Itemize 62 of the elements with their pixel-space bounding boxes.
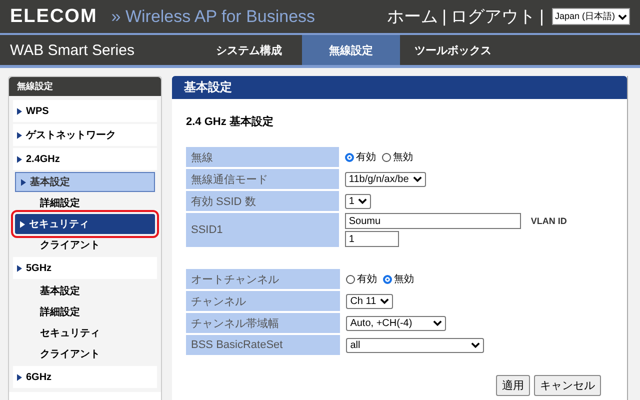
field-label: チャンネル (186, 291, 340, 311)
nav-tab[interactable]: 無線設定 (302, 35, 400, 65)
dropdown[interactable]: all (346, 338, 484, 352)
form-button[interactable]: 適用 (496, 375, 530, 396)
sidebar-item[interactable]: クライアント (15, 344, 155, 364)
caret-icon (17, 108, 22, 114)
panel-title: 基本設定 (172, 76, 627, 99)
field-label: チャンネル帯域幅 (186, 313, 340, 333)
radio-option[interactable]: 無効 (383, 272, 414, 286)
field-label: 無線通信モード (186, 169, 339, 189)
vlan-label: VLAN ID (530, 216, 567, 226)
field-label: 有効 SSID 数 (186, 191, 339, 211)
caret-icon (17, 132, 22, 138)
sidebar-group[interactable]: 5GHz (13, 257, 157, 279)
chevron-down-icon (471, 342, 480, 348)
separator: | (442, 6, 447, 26)
section-heading: 2.4 GHz 基本設定 (186, 114, 274, 129)
chevron-down-icon (433, 320, 442, 326)
logo: ELECOM (10, 6, 98, 28)
nav-tab[interactable]: ツールボックス (404, 35, 502, 65)
dropdown[interactable]: Auto, +CH(-4) (346, 316, 446, 330)
series-name: WAB Smart Series (9, 40, 136, 60)
field-label: SSID1 (186, 213, 339, 247)
sidebar-group[interactable]: WPS (13, 100, 157, 122)
dropdown[interactable]: 1 (344, 194, 372, 208)
sidebar-item[interactable]: セキュリティ (15, 214, 155, 234)
radio-option[interactable]: 無効 (382, 150, 413, 164)
separator: | (540, 6, 544, 26)
sidebar-title: 無線設定 (9, 77, 161, 96)
form-button[interactable]: キャンセル (534, 375, 601, 396)
caret-icon (17, 264, 22, 272)
radio-option[interactable]: 有効 (346, 272, 378, 286)
sidebar-item[interactable]: 基本設定 (15, 281, 155, 301)
sidebar-group[interactable]: ゲストネットワーク (13, 124, 157, 146)
ssid-input[interactable]: Soumu (344, 213, 521, 229)
sidebar-item[interactable]: 詳細設定 (15, 193, 155, 213)
vlan-input[interactable]: 1 (344, 231, 399, 247)
sidebar-item[interactable]: セキュリティ (15, 323, 155, 343)
caret-icon (20, 220, 25, 228)
dropdown[interactable]: Ch 11 (346, 294, 394, 308)
caret-icon (17, 156, 22, 162)
chevron-down-icon (380, 298, 390, 304)
caret-icon (17, 374, 22, 380)
radio-option[interactable]: 有効 (344, 150, 376, 164)
chevron-down-icon (412, 176, 422, 182)
chevron-down-icon (618, 14, 627, 20)
field-label: オートチャンネル (186, 269, 340, 289)
dropdown[interactable]: 11b/g/n/ax/be (344, 172, 426, 186)
caret-icon (21, 178, 26, 186)
product-name: » Wireless AP for Business (111, 6, 316, 26)
sidebar-group[interactable]: 2.4GHz (13, 148, 157, 170)
field-label: 無線 (186, 147, 339, 167)
language-select[interactable]: Japan (日本語) (552, 8, 630, 25)
header-link[interactable]: ログアウト (450, 5, 536, 28)
chevron-down-icon (358, 198, 368, 204)
sidebar-item[interactable]: クライアント (15, 235, 155, 255)
nav-tab[interactable]: システム構成 (200, 35, 298, 65)
sidebar-item[interactable]: 詳細設定 (15, 302, 155, 322)
sidebar-group[interactable]: 6GHz (13, 366, 157, 388)
sidebar-item[interactable]: 基本設定 (15, 172, 155, 192)
header-link[interactable]: ホーム (387, 5, 438, 28)
field-label: BSS BasicRateSet (186, 335, 340, 355)
